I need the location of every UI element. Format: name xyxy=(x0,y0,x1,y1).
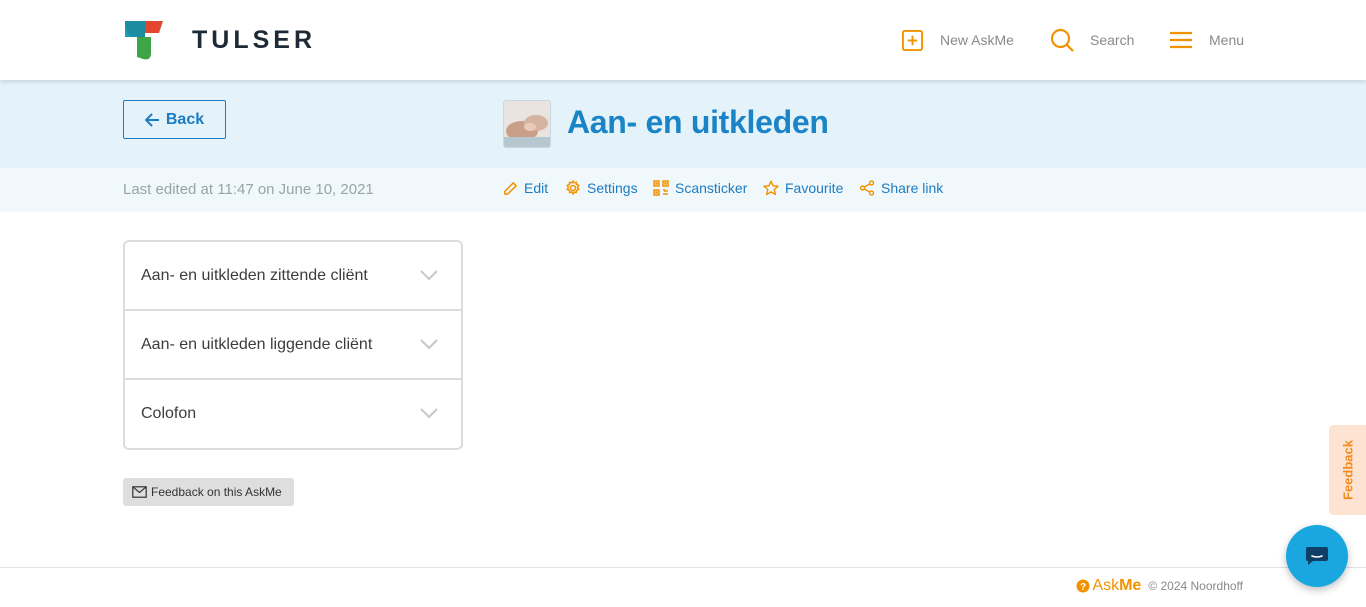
tulser-logo[interactable] xyxy=(123,19,165,61)
search-icon xyxy=(1050,28,1074,52)
accordion-item-label: Aan- en uitkleden liggende cliënt xyxy=(141,336,373,353)
copyright-text: © 2024 Noordhoff xyxy=(1148,579,1243,593)
search-label: Search xyxy=(1090,32,1135,48)
back-button[interactable]: Back xyxy=(123,100,226,139)
footer: ? Ask Me © 2024 Noordhoff xyxy=(1076,577,1243,595)
star-icon xyxy=(763,180,779,196)
brand-name[interactable]: TULSER xyxy=(192,26,316,55)
chat-bubble-icon xyxy=(1306,547,1328,565)
feedback-on-askme-label: Feedback on this AskMe xyxy=(151,485,282,499)
settings-label: Settings xyxy=(587,180,638,196)
menu-button[interactable]: Menu xyxy=(1169,27,1244,53)
share-icon xyxy=(859,180,875,196)
askme-logo-me: Me xyxy=(1119,577,1142,594)
page-title: Aan- en uitkleden xyxy=(567,104,829,140)
accordion-item[interactable]: Aan- en uitkleden zittende cliënt xyxy=(125,242,461,311)
scansticker-label: Scansticker xyxy=(675,180,748,196)
chat-launcher-button[interactable] xyxy=(1286,525,1348,587)
share-link-action[interactable]: Share link xyxy=(859,180,943,196)
scansticker-action[interactable]: Scansticker xyxy=(653,180,747,196)
top-header: TULSER New AskMe Search Menu xyxy=(0,0,1366,80)
askme-logo[interactable]: ? Ask Me xyxy=(1076,577,1141,595)
new-askme-button[interactable]: New AskMe xyxy=(901,27,1014,53)
settings-action[interactable]: Settings xyxy=(565,180,638,196)
accordion-item[interactable]: Colofon xyxy=(125,380,461,448)
title-band: Back Aan- en uitkleden xyxy=(0,80,1366,168)
back-label: Back xyxy=(165,110,205,128)
action-bar: Last edited at 11:47 on June 10, 2021 Ed… xyxy=(0,168,1366,212)
gear-icon xyxy=(566,180,580,196)
edit-action[interactable]: Edit xyxy=(503,180,548,196)
feedback-side-tab[interactable]: Feedback xyxy=(1329,425,1366,515)
askme-logo-ask: Ask xyxy=(1092,577,1120,594)
chapter-accordion: Aan- en uitkleden zittende cliënt Aan- e… xyxy=(123,240,463,450)
search-button[interactable]: Search xyxy=(1050,27,1134,53)
svg-text:?: ? xyxy=(1080,582,1086,593)
accordion-item-label: Colofon xyxy=(141,405,197,422)
envelope-icon xyxy=(132,486,147,498)
askme-thumbnail xyxy=(503,100,551,148)
menu-label: Menu xyxy=(1209,32,1245,48)
chevron-down-icon xyxy=(420,408,438,419)
chevron-down-icon xyxy=(420,270,438,281)
arrow-left-icon xyxy=(144,112,159,127)
accordion-item[interactable]: Aan- en uitkleden liggende cliënt xyxy=(125,311,461,380)
pencil-icon xyxy=(504,181,518,195)
share-link-label: Share link xyxy=(881,180,944,196)
chevron-down-icon xyxy=(420,339,438,350)
plus-square-icon xyxy=(901,29,924,51)
favourite-label: Favourite xyxy=(785,180,844,196)
footer-divider xyxy=(0,567,1366,568)
qr-code-icon xyxy=(653,180,669,196)
new-askme-label: New AskMe xyxy=(940,32,1014,48)
edit-label: Edit xyxy=(524,180,549,196)
feedback-on-askme-button[interactable]: Feedback on this AskMe xyxy=(123,478,294,506)
feedback-tab-label: Feedback xyxy=(1340,440,1355,500)
askme-question-icon: ? xyxy=(1076,579,1090,593)
last-edited-text: Last edited at 11:47 on June 10, 2021 xyxy=(123,181,374,198)
accordion-item-label: Aan- en uitkleden zittende cliënt xyxy=(141,267,368,284)
favourite-action[interactable]: Favourite xyxy=(763,180,843,196)
hamburger-icon xyxy=(1170,31,1192,49)
